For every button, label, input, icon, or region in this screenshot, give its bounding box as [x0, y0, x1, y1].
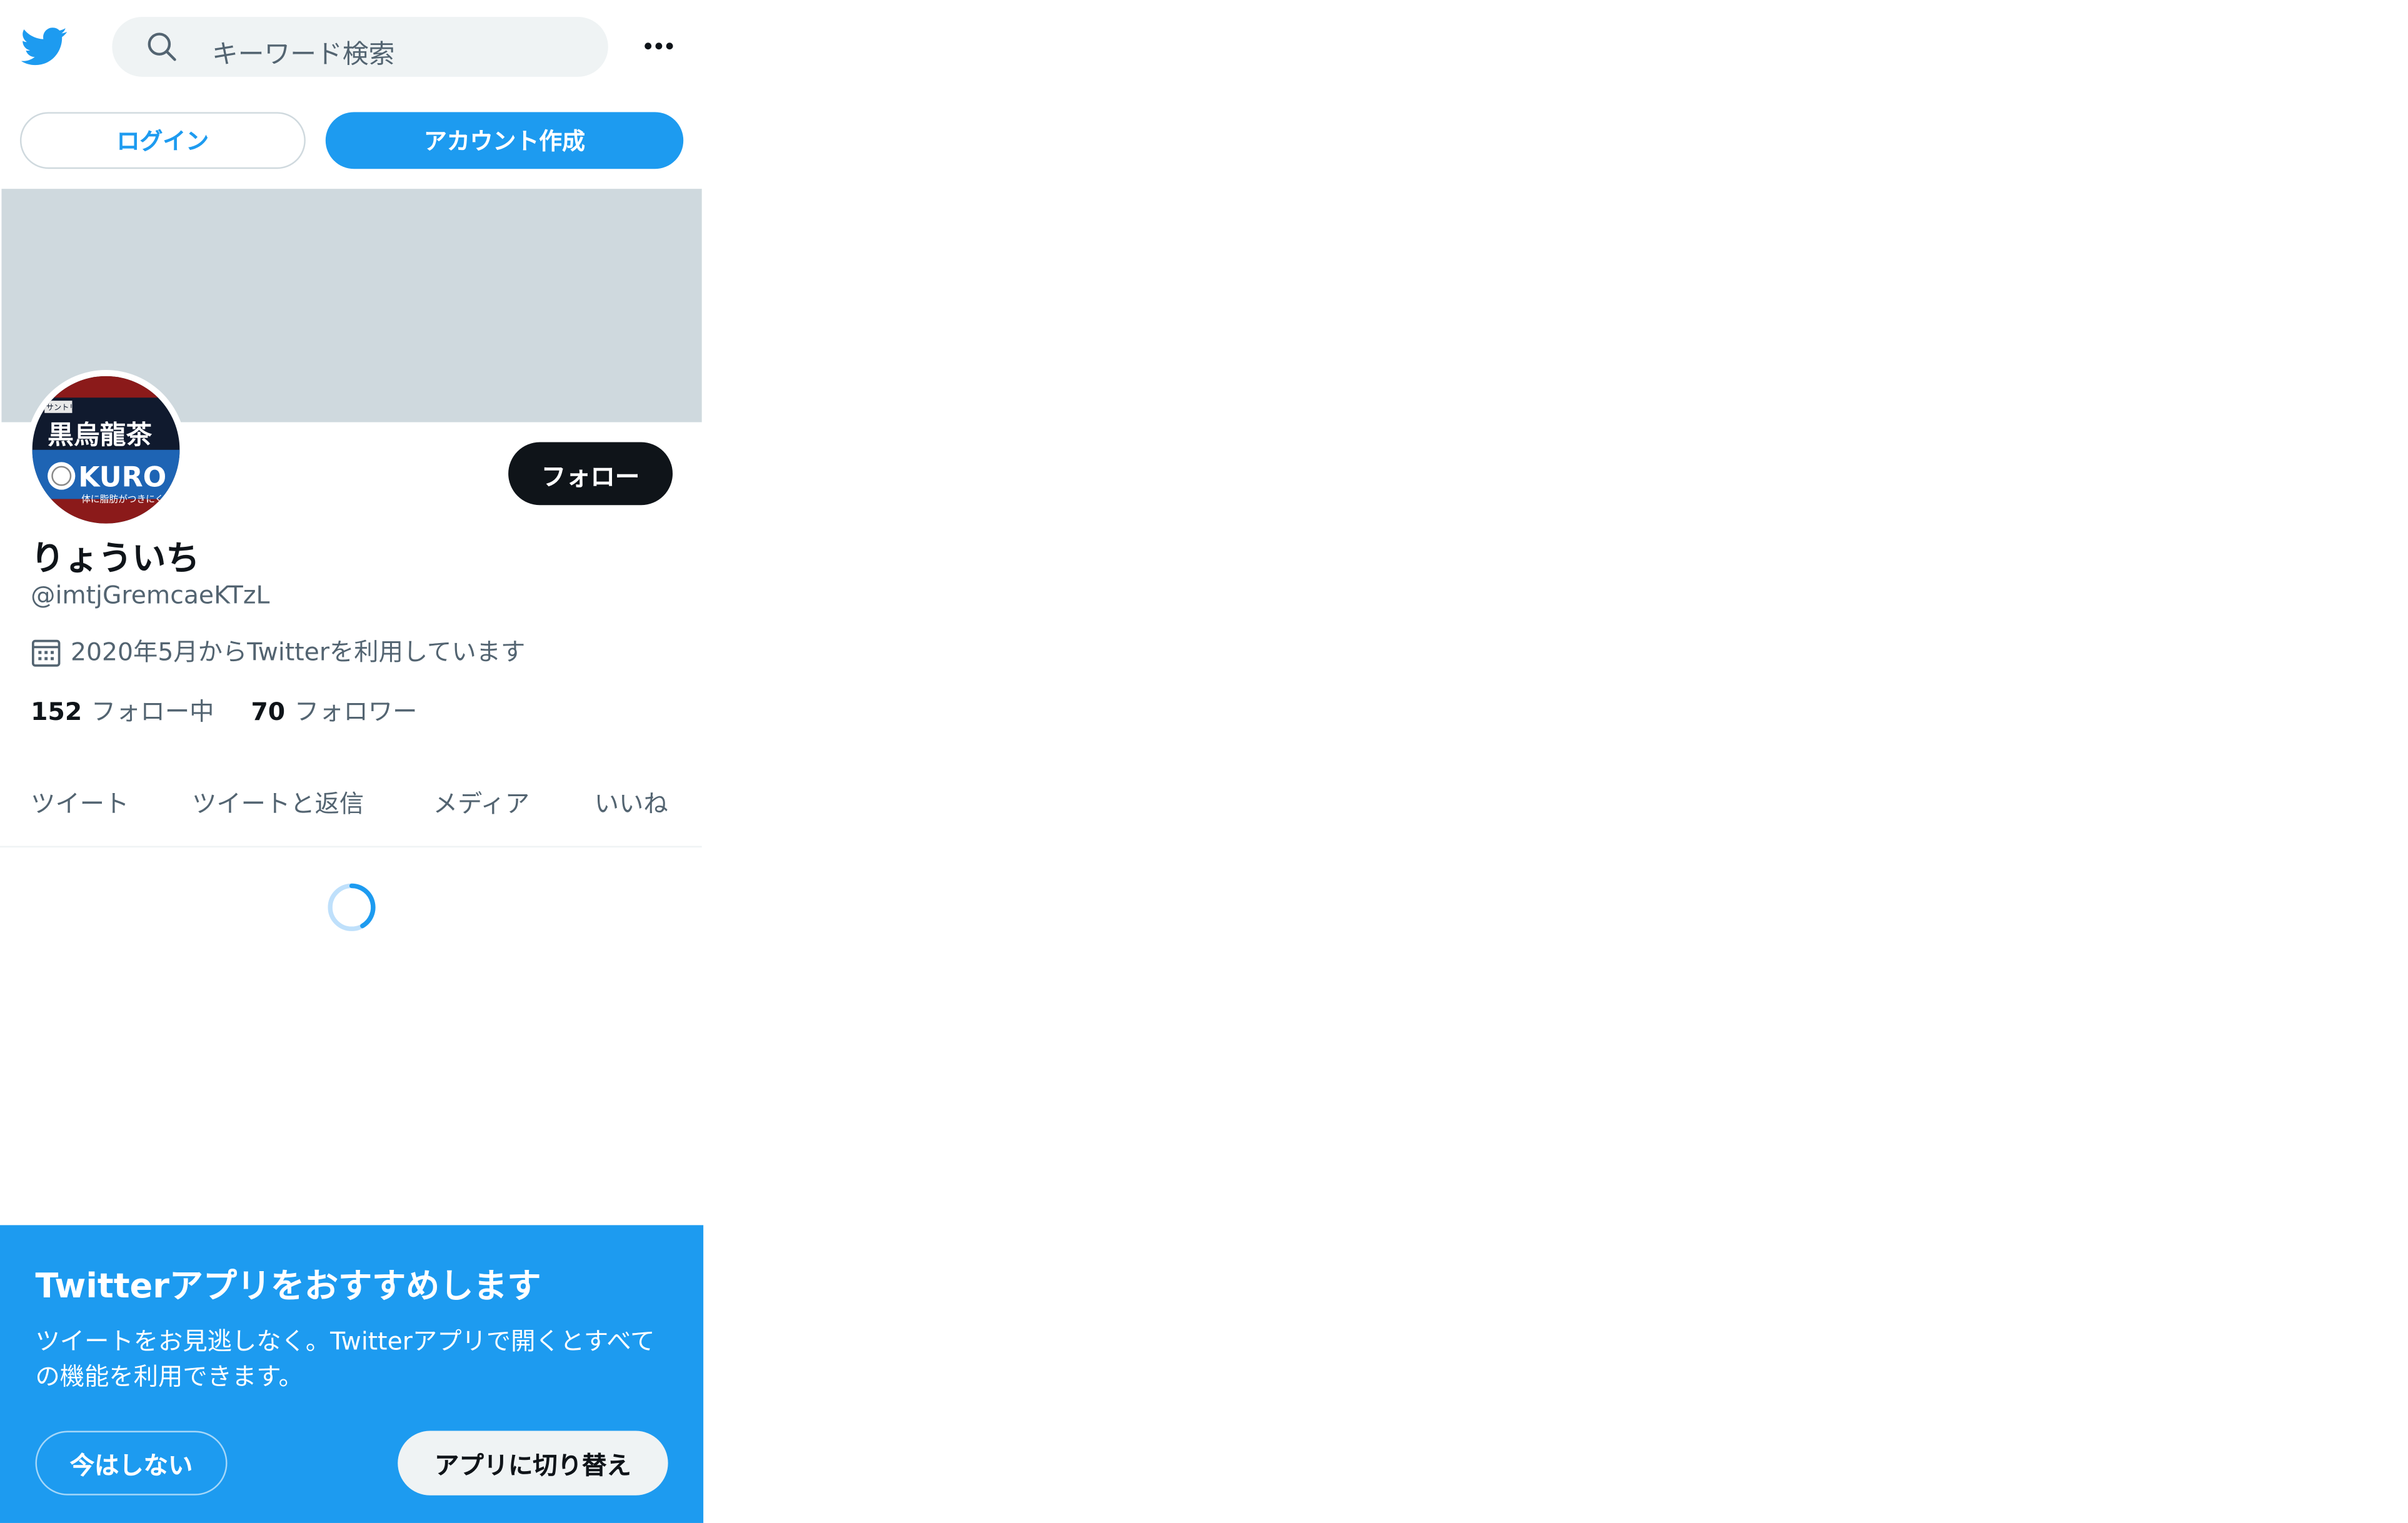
avatar-image: サントリー 黒烏龍茶 KURO 体に脂肪がつきにくい [32, 376, 180, 524]
follow-stats: 152 フォロー中 70 フォロワー [31, 691, 454, 727]
user-handle: @imtjGremcaeKTzL [31, 580, 270, 610]
loading-spinner-icon [328, 883, 376, 931]
followers-label: フォロワー [294, 697, 418, 726]
tab-tweets[interactable]: ツイート [31, 783, 129, 820]
promo-description: ツイートをお見逃しなく。Twitterアプリで開くとすべての機能を利用できます。 [35, 1326, 655, 1391]
signup-button[interactable]: アカウント作成 [325, 112, 684, 169]
mobile-web-column: キーワード検索 ログイン アカウント作成 サントリー 黒烏龍茶 KURO 体に脂… [0, 0, 704, 1523]
not-now-button[interactable]: 今はしない [35, 1431, 228, 1496]
following-label: フォロー中 [91, 697, 214, 726]
app-promo-sheet: Twitterアプリをおすすめします ツイートをお見逃しなく。Twitterアプ… [0, 1225, 704, 1523]
followers-count: 70 [251, 697, 286, 726]
following-count: 152 [31, 697, 83, 726]
tab-media[interactable]: メディア [433, 783, 529, 820]
avatar-brand-latin: KURO [78, 462, 166, 494]
profile-tabs: ツイート ツイートと返信 メディア いいね [0, 752, 702, 848]
top-bar: キーワード検索 [0, 0, 703, 95]
avatar-tagline: 体に脂肪がつきにくい [81, 494, 173, 504]
follow-button[interactable]: フォロー [508, 442, 673, 506]
search-icon [148, 32, 176, 61]
followers-link[interactable]: 70 フォロワー [251, 691, 417, 727]
promo-title: Twitterアプリをおすすめします [35, 1268, 541, 1307]
avatar-brand-small: サントリー [46, 403, 84, 412]
tab-tweets-and-replies[interactable]: ツイートと返信 [192, 783, 364, 820]
switch-to-app-button[interactable]: アプリに切り替え [398, 1431, 668, 1496]
search-input[interactable]: キーワード検索 [212, 32, 394, 71]
login-button[interactable]: ログイン [19, 112, 306, 169]
calendar-icon [31, 639, 61, 666]
tab-likes[interactable]: いいね [594, 783, 668, 820]
display-name: りょういち [31, 540, 200, 579]
search-box[interactable]: キーワード検索 [112, 17, 608, 77]
twitter-bird-icon[interactable] [21, 23, 68, 69]
following-link[interactable]: 152 フォロー中 [31, 691, 214, 727]
joined-date: 2020年5月からTwitterを利用しています [31, 631, 525, 668]
more-horizontal-icon[interactable] [639, 31, 679, 61]
joined-text: 2020年5月からTwitterを利用しています [71, 637, 526, 667]
avatar-brand-main: 黒烏龍茶 [48, 419, 152, 450]
avatar[interactable]: サントリー 黒烏龍茶 KURO 体に脂肪がつきにくい [26, 370, 186, 530]
